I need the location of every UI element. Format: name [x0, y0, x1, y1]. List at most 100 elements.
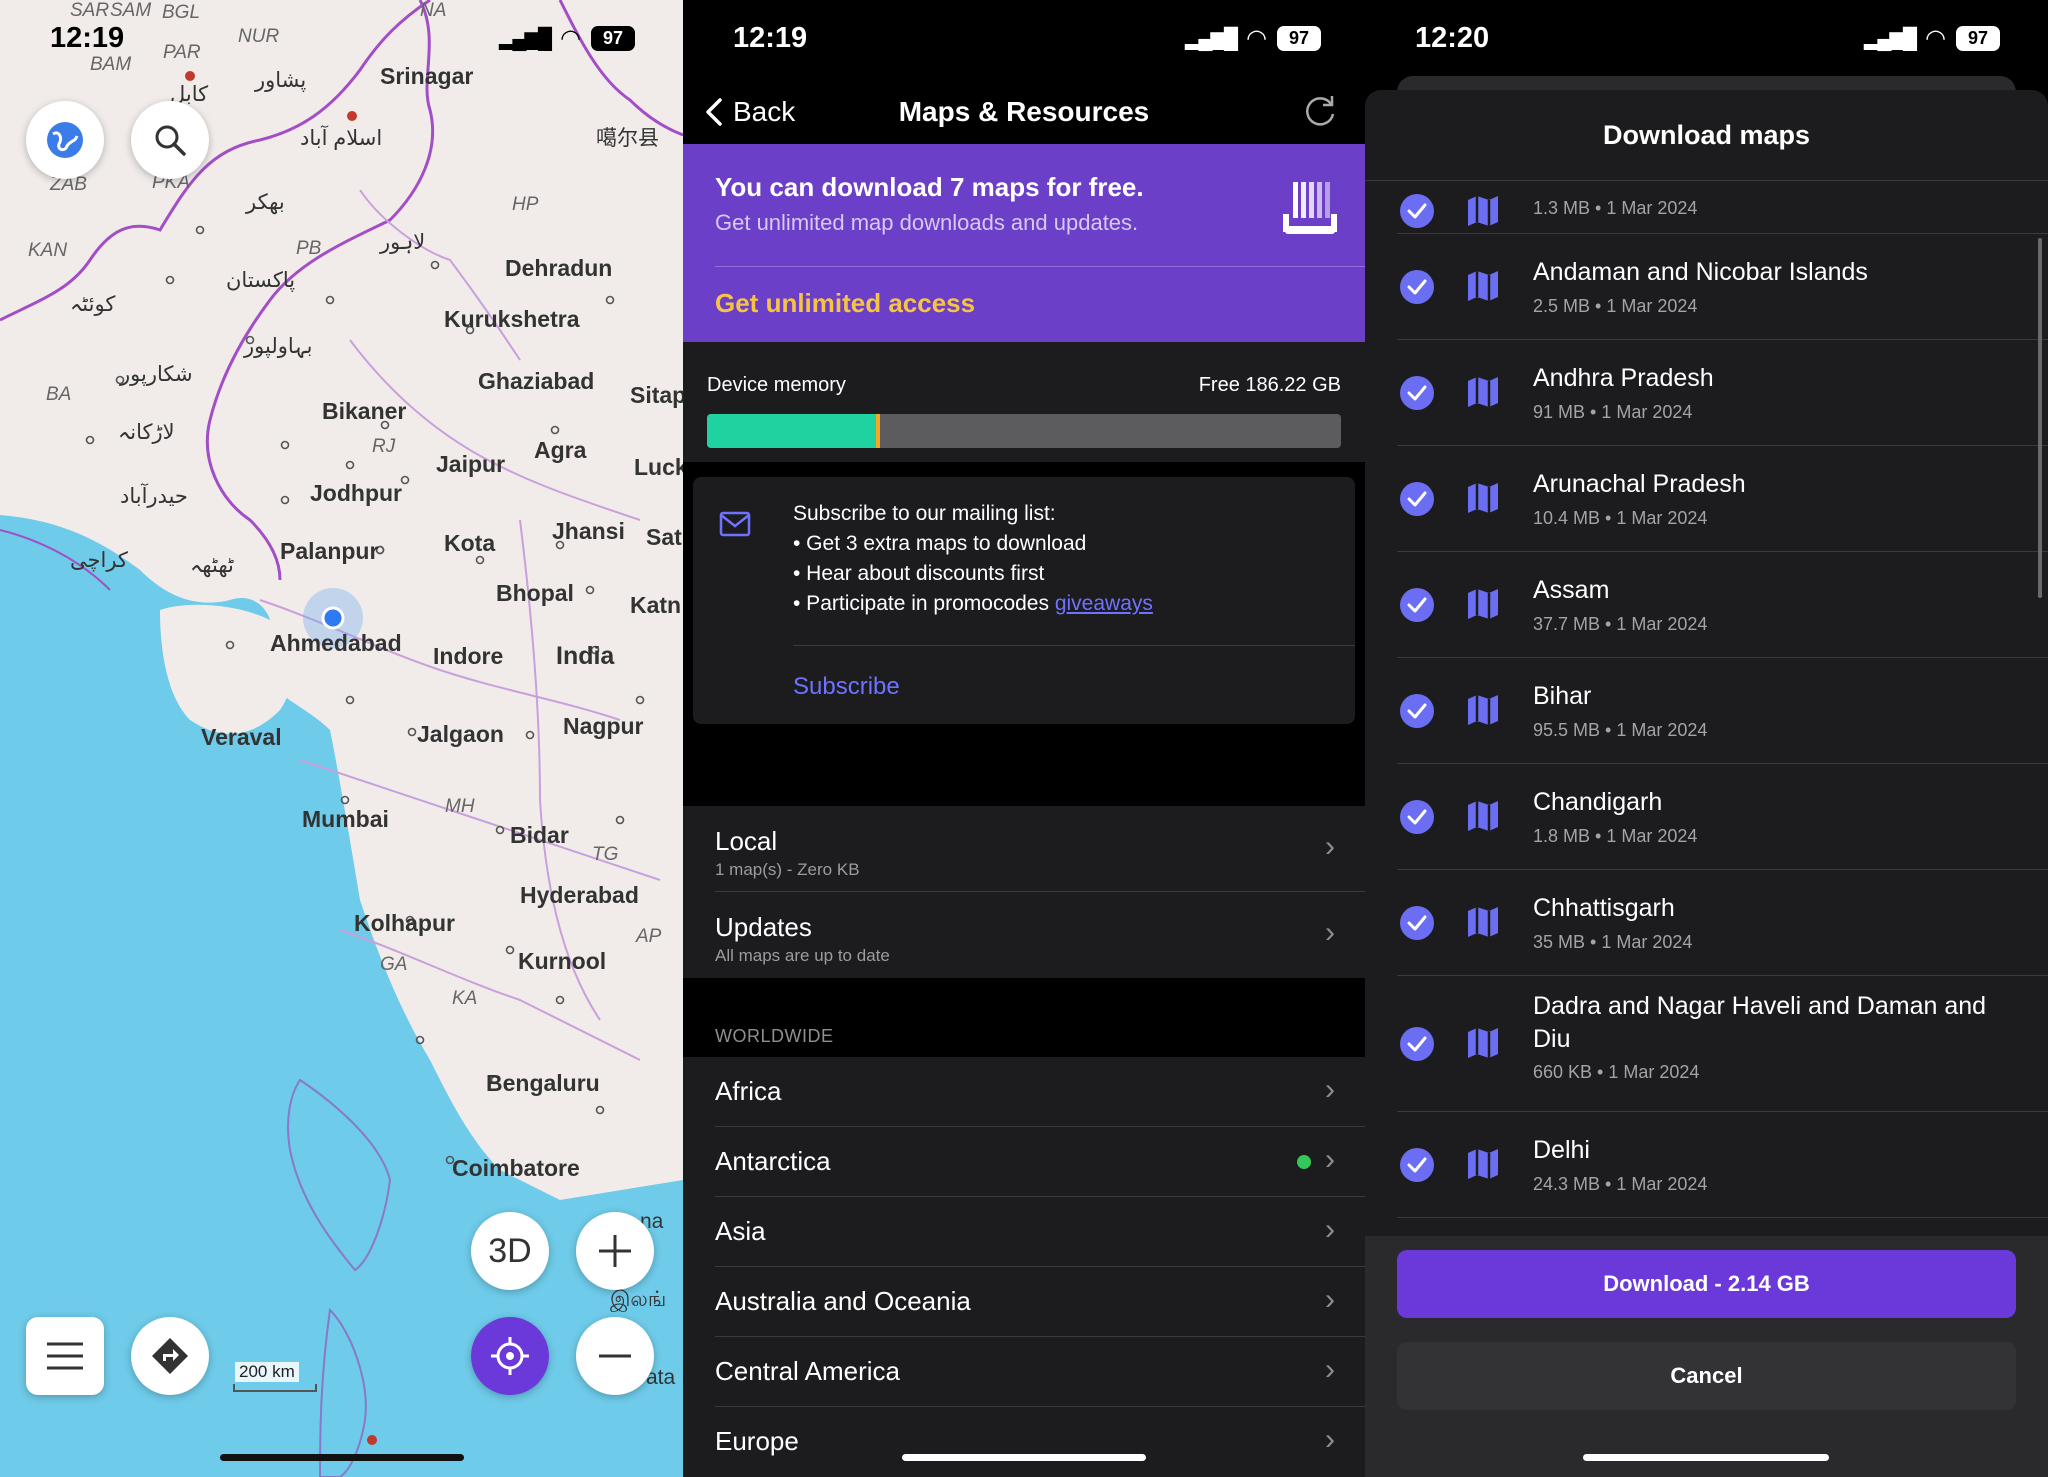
scrollbar[interactable]	[2038, 238, 2042, 598]
checkmark-icon	[1407, 1036, 1427, 1052]
map-label-jodhpur: Jodhpur	[310, 480, 402, 506]
region-label: Antarctica	[715, 1146, 831, 1176]
checkbox-checked[interactable]	[1400, 482, 1434, 516]
checkmark-icon	[1407, 279, 1427, 295]
promo-headline: You can download 7 maps for free.	[715, 172, 1144, 202]
map-label-dehradun: Dehradun	[505, 255, 613, 281]
map-label-satna: Sat	[646, 524, 682, 550]
region-row-australia-oceania[interactable]: Australia and Oceania ›	[683, 1267, 1365, 1337]
region-list-item[interactable]: 1.3 MB • 1 Mar 2024	[1365, 181, 2048, 234]
checkmark-icon	[1407, 703, 1427, 719]
search-button[interactable]	[131, 101, 209, 179]
subscribe-button[interactable]: Subscribe	[793, 673, 900, 701]
map-label-india: India	[556, 642, 615, 670]
map-icon	[1468, 483, 1498, 513]
region-row-europe[interactable]: Europe ›	[683, 1407, 1365, 1477]
chevron-right-icon: ›	[1325, 1423, 1335, 1456]
refresh-button[interactable]	[1301, 92, 1339, 139]
download-button[interactable]: Download - 2.14 GB	[1397, 1250, 2016, 1318]
map-label-veraval: Veraval	[201, 724, 282, 750]
search-icon	[155, 125, 186, 156]
my-location-button[interactable]	[471, 1317, 549, 1395]
region-list-item[interactable]: Andaman and Nicobar Islands 2.5 MB • 1 Ma…	[1365, 234, 2048, 340]
mailing-bullet-2: • Hear about discounts first	[793, 562, 1045, 585]
checkbox-checked[interactable]	[1400, 1027, 1434, 1061]
status-time: 12:20	[1415, 22, 1490, 54]
checkbox-checked[interactable]	[1400, 694, 1434, 728]
checkbox-checked[interactable]	[1400, 800, 1434, 834]
giveaways-link[interactable]: giveaways	[1055, 592, 1153, 615]
nav-bar: Back Maps & Resources	[683, 80, 1365, 144]
region-size-date: 2.5 MB • 1 Mar 2024	[1533, 296, 1698, 316]
local-maps-row[interactable]: Local 1 map(s) - Zero KB ›	[683, 806, 1365, 892]
mailing-list-card: Subscribe to our mailing list: • Get 3 e…	[693, 477, 1355, 724]
checkmark-icon	[1407, 915, 1427, 931]
checkmark-icon	[1407, 809, 1427, 825]
locate-icon	[491, 1337, 529, 1375]
menu-button[interactable]	[26, 1317, 104, 1395]
route-button[interactable]	[131, 1317, 209, 1395]
region-row-antarctica[interactable]: Antarctica ›	[683, 1127, 1365, 1197]
zoom-in-button[interactable]	[576, 1212, 654, 1290]
sheet-title: Download maps	[1602, 120, 1811, 150]
memory-usage-bar	[707, 414, 1341, 448]
map-label-bikaner: Bikaner	[322, 398, 407, 424]
region-list[interactable]: 1.3 MB • 1 Mar 2024 Andaman and Nicobar I…	[1365, 181, 2048, 1236]
checkmark-icon	[1407, 1157, 1427, 1173]
get-unlimited-access-link[interactable]: Get unlimited access	[715, 288, 975, 319]
checkbox-checked[interactable]	[1400, 588, 1434, 622]
chevron-right-icon: ›	[1325, 1353, 1335, 1386]
3d-toggle-button[interactable]: 3D	[471, 1212, 549, 1290]
plus-icon	[599, 1235, 631, 1267]
globe-button[interactable]	[26, 101, 104, 179]
zoom-out-button[interactable]	[576, 1317, 654, 1395]
region-list-item[interactable]: Assam 37.7 MB • 1 Mar 2024	[1365, 552, 2048, 658]
region-list-item[interactable]: Bihar 95.5 MB • 1 Mar 2024	[1365, 658, 2048, 764]
checkbox-checked[interactable]	[1400, 1148, 1434, 1182]
region-row-africa[interactable]: Africa ›	[683, 1057, 1365, 1127]
checkbox-checked[interactable]	[1400, 906, 1434, 940]
map-label-bahawalpur: بہاولپور	[244, 335, 313, 358]
signal-icon: ▂▄▆█	[1863, 28, 1917, 50]
minus-icon	[599, 1354, 631, 1358]
home-indicator	[220, 1454, 464, 1461]
map-label-kolhapur: Kolhapur	[354, 910, 455, 936]
wifi-icon: ◠	[1925, 25, 1946, 52]
region-list-item[interactable]: Dadra and Nagar Haveli and Daman and Diu…	[1365, 976, 2048, 1112]
mailing-bullet-3-text: • Participate in promocodes	[793, 592, 1055, 615]
cancel-button[interactable]: Cancel	[1397, 1342, 2016, 1410]
map-label-jhansi: Jhansi	[552, 518, 625, 544]
map-label-sitapur: Sitap	[630, 382, 683, 408]
worldwide-section-header: WORLDWIDE	[715, 1026, 834, 1046]
hamburger-icon	[47, 1342, 83, 1370]
region-list-item[interactable]: Chandigarh 1.8 MB • 1 Mar 2024	[1365, 764, 2048, 870]
mailing-heading: Subscribe to our mailing list:	[793, 502, 1056, 525]
region-row-asia[interactable]: Asia ›	[683, 1197, 1365, 1267]
region-list-item[interactable]: Delhi 24.3 MB • 1 Mar 2024	[1365, 1112, 2048, 1218]
battery-indicator: 97	[1277, 26, 1321, 51]
region-row-central-america[interactable]: Central America ›	[683, 1337, 1365, 1407]
map-label-hp: HP	[512, 194, 539, 215]
checkbox-checked[interactable]	[1400, 376, 1434, 410]
map-label-shikarpur: شکارپور	[120, 363, 193, 386]
region-list-item[interactable]: Andhra Pradesh 91 MB • 1 Mar 2024	[1365, 340, 2048, 446]
checkmark-icon	[1407, 597, 1427, 613]
envelope-icon	[719, 511, 751, 537]
map-label-lucknow: Luck	[634, 454, 683, 480]
region-name: Andaman and Nicobar Islands	[1533, 258, 1868, 286]
status-bar: 12:19 ▂▄▆█ ◠ 97	[0, 0, 683, 80]
map-label-ba: BA	[46, 384, 72, 405]
chevron-right-icon: ›	[1325, 1073, 1335, 1106]
region-list-item[interactable]: Chhattisgarh 35 MB • 1 Mar 2024	[1365, 870, 2048, 976]
region-list-item[interactable]: Arunachal Pradesh 10.4 MB • 1 Mar 2024	[1365, 446, 2048, 552]
updates-row[interactable]: Updates All maps are up to date ›	[683, 892, 1365, 978]
mailing-bullet-3: • Participate in promocodes giveaways	[793, 589, 1153, 619]
device-memory-label: Device memory	[707, 374, 846, 396]
checkbox-checked[interactable]	[1400, 194, 1434, 228]
map-label-kan: KAN	[28, 240, 68, 261]
checkbox-checked[interactable]	[1400, 270, 1434, 304]
region-name: Dadra and Nagar Haveli and Daman and Diu	[1533, 992, 1987, 1053]
downloaded-status-dot	[1297, 1155, 1311, 1169]
chevron-right-icon: ›	[1325, 1213, 1335, 1246]
map-label-indore: Indore	[433, 643, 504, 669]
